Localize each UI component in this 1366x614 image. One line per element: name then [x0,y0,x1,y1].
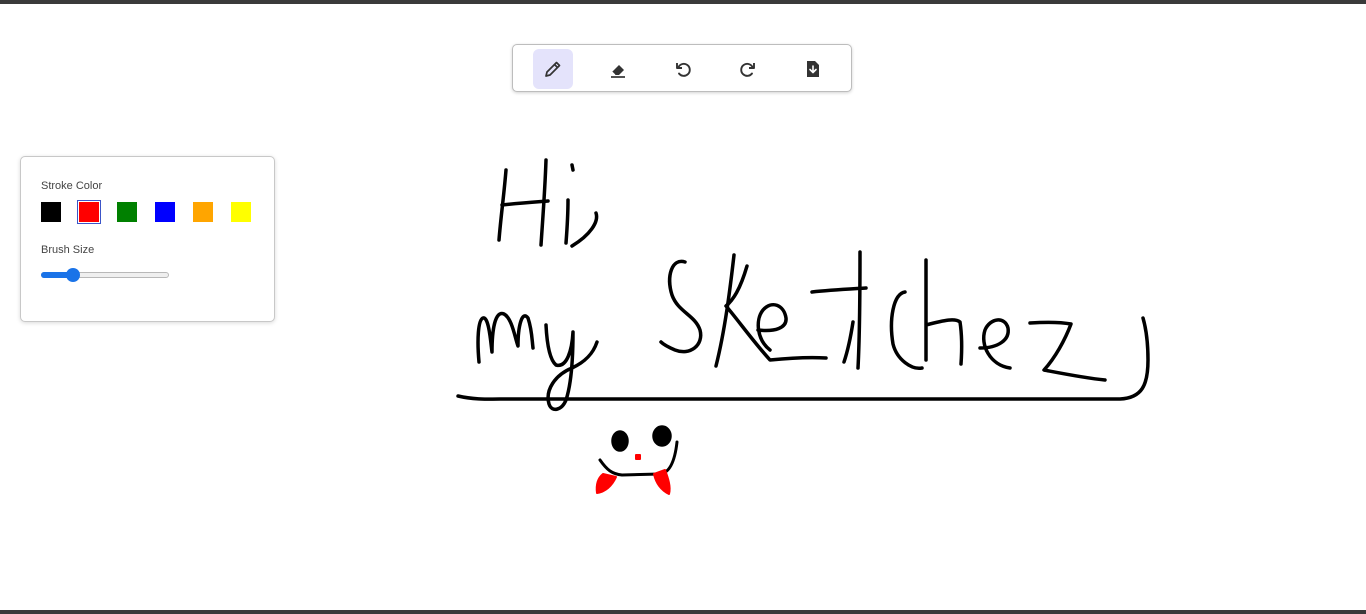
download-button[interactable] [793,49,833,89]
stroke-color-label: Stroke Color [41,180,103,192]
brush-size-label: Brush Size [41,244,95,256]
stroke-e2 [978,318,1012,370]
stroke-H-bar [500,199,550,207]
stroke-h [924,258,964,366]
stroke-S [659,259,703,354]
stroke-t-cross [810,286,868,294]
color-swatch[interactable] [77,200,101,224]
face-cheek-left [595,473,617,494]
window-bottom-border [0,610,1366,614]
stroke-c [889,290,924,370]
stroke-y [544,323,599,412]
color-swatch[interactable] [155,202,175,222]
pencil-tool-button[interactable] [533,49,573,89]
stroke-z [1028,320,1107,382]
stroke-i-dot [570,163,575,172]
undo-button[interactable] [663,49,703,89]
face-nose [635,454,641,460]
face-eye-left [611,430,629,452]
face-eye-right [652,425,672,447]
color-swatch[interactable] [193,202,213,222]
pencil-icon [545,61,561,77]
stroke-i-stem [564,198,570,245]
undo-icon [676,62,691,77]
color-swatch[interactable] [117,202,137,222]
brush-size-slider[interactable] [41,268,169,282]
stroke-m [476,311,535,364]
redo-icon [740,62,755,77]
drawing-toolbar [512,44,852,92]
stroke-k-arm [724,264,828,362]
settings-panel: Stroke Color Brush Size [20,156,275,322]
file-download-icon [807,61,819,77]
eraser-tool-button[interactable] [598,49,638,89]
slider-thumb[interactable] [66,268,80,282]
color-swatch[interactable] [41,202,61,222]
stroke-t-left [842,320,855,364]
stroke-t-stem [856,250,862,370]
stroke-e1 [756,302,788,352]
face-cheek-right [653,469,671,495]
color-swatch[interactable] [231,202,251,222]
eraser-icon [611,65,625,78]
redo-button[interactable] [728,49,768,89]
stroke-comma [570,211,599,248]
